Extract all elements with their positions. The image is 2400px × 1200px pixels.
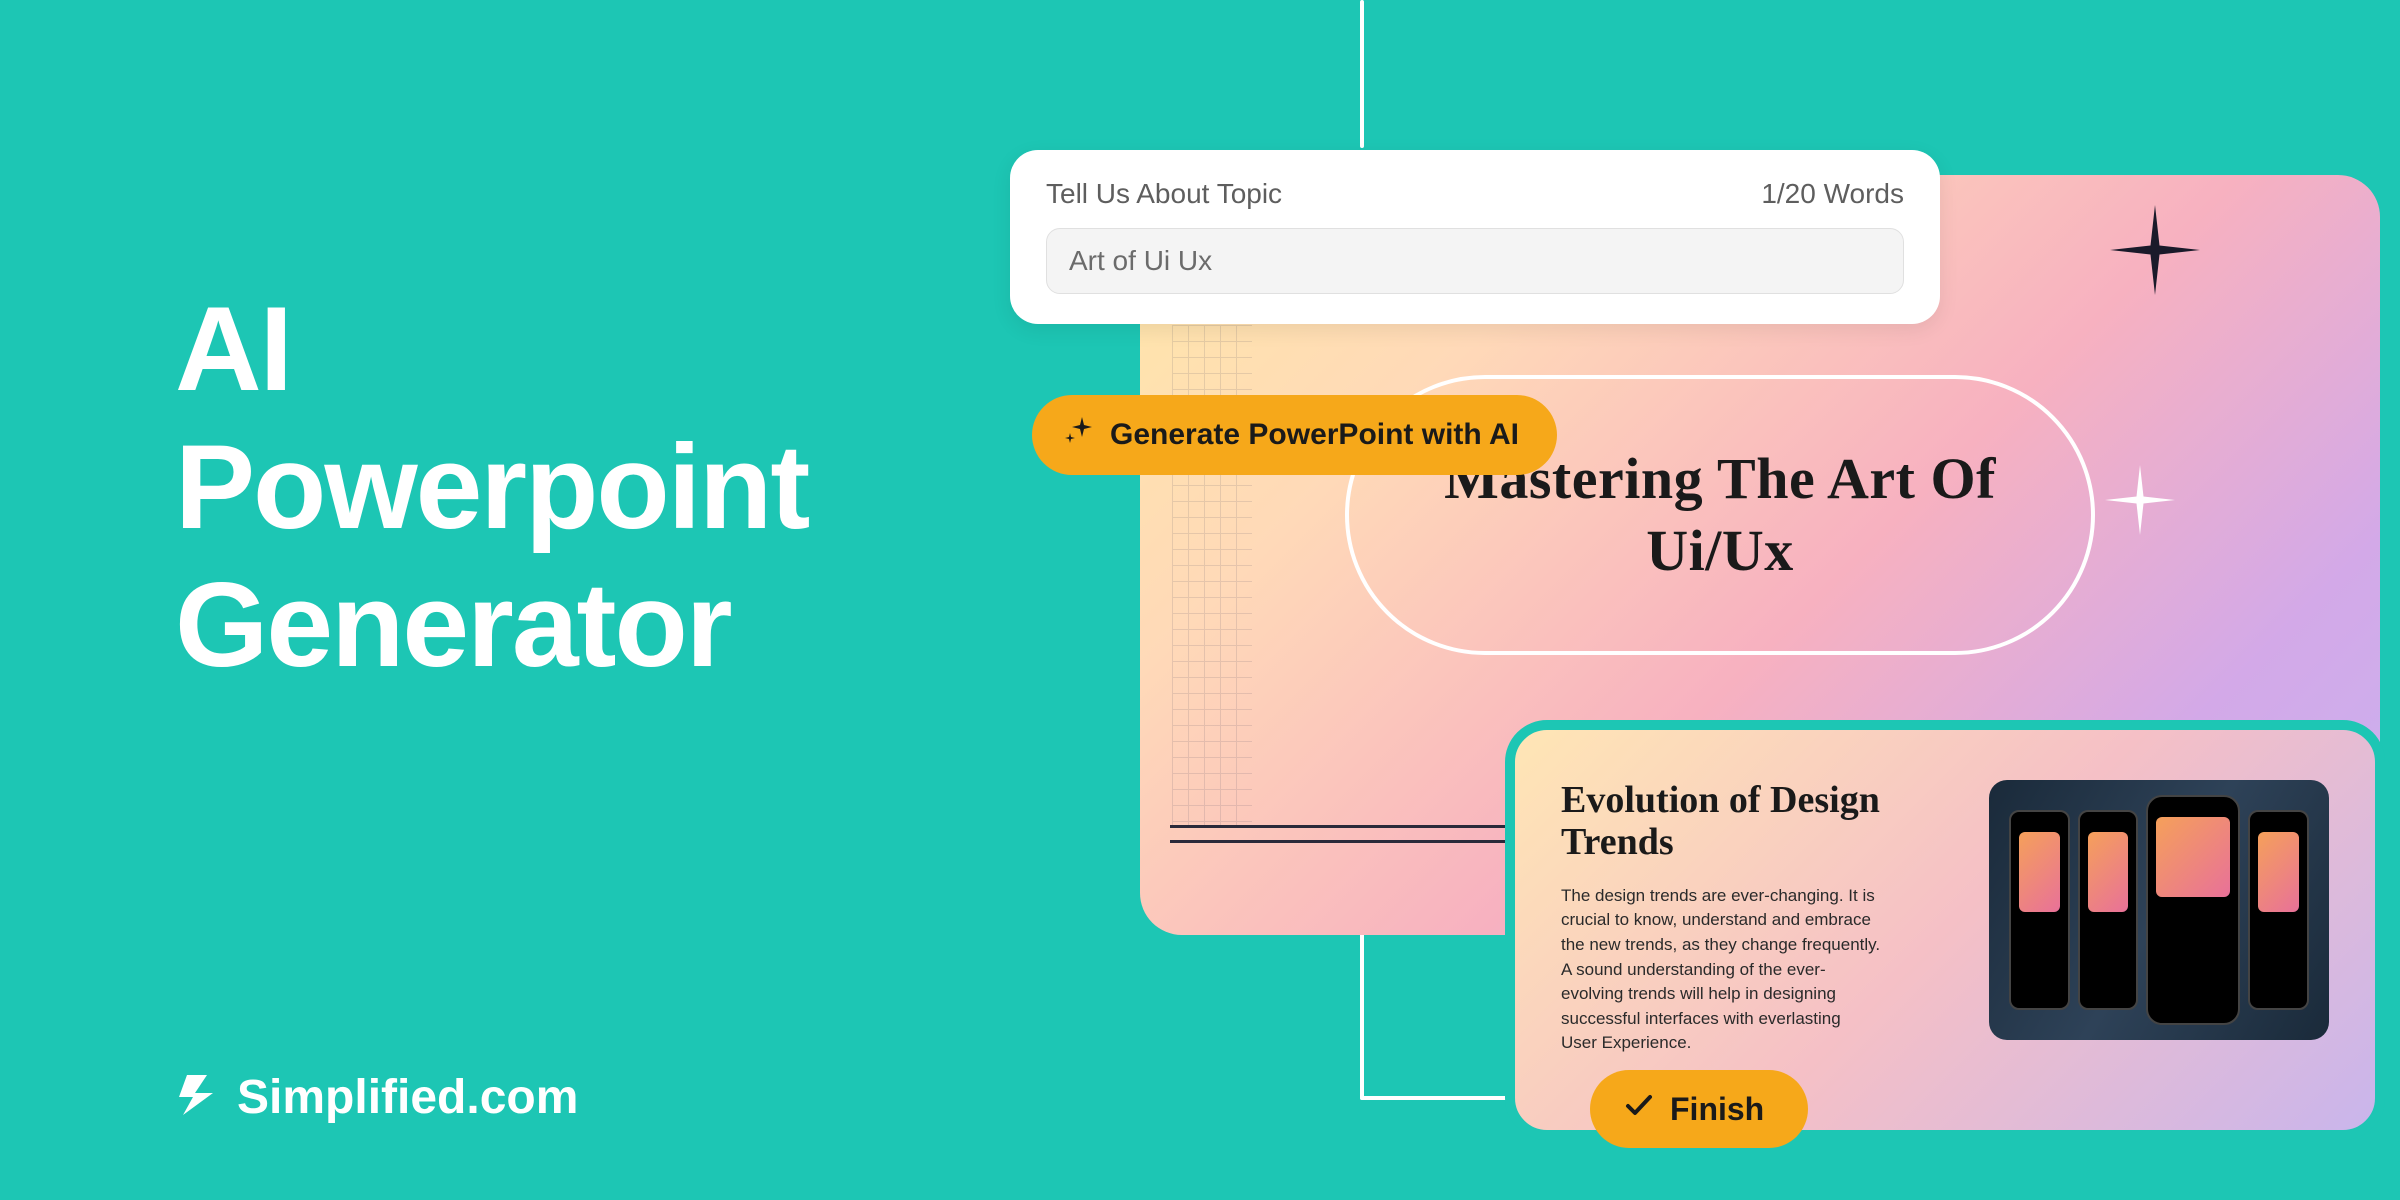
brand-text: Simplified.com <box>237 1070 578 1125</box>
finish-button[interactable]: Finish <box>1590 1070 1808 1148</box>
brand-icon <box>175 1073 219 1122</box>
sparkle-icon <box>1062 415 1094 455</box>
phone-mockup <box>2248 810 2309 1010</box>
finish-button-label: Finish <box>1670 1091 1764 1128</box>
topic-input[interactable] <box>1046 228 1904 294</box>
phone-mockup <box>2146 795 2240 1025</box>
generate-button-label: Generate PowerPoint with AI <box>1110 418 1519 452</box>
word-counter: 1/20 Words <box>1761 178 1904 210</box>
sparkle-icon <box>2110 205 2200 295</box>
page-title: AI Powerpoint Generator <box>175 280 808 694</box>
slide-small-title: Evolution of Design Trends <box>1561 780 1959 864</box>
brand-logo: Simplified.com <box>175 1070 578 1125</box>
topic-input-card: Tell Us About Topic 1/20 Words <box>1010 150 1940 324</box>
check-icon <box>1624 1090 1654 1128</box>
slide-small-body: The design trends are ever-changing. It … <box>1561 884 1881 1056</box>
generate-button[interactable]: Generate PowerPoint with AI <box>1032 395 1557 475</box>
topic-label: Tell Us About Topic <box>1046 178 1282 210</box>
phone-mockup <box>2009 810 2070 1010</box>
slide-small-image <box>1989 780 2329 1040</box>
phone-mockup <box>2078 810 2139 1010</box>
sparkle-icon <box>2105 465 2175 535</box>
